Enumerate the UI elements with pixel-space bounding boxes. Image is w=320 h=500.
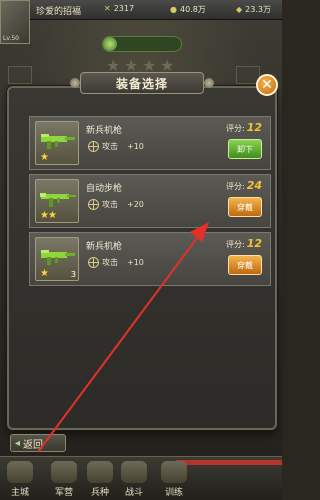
score: 评分: 12 — [225, 121, 262, 134]
dialog-title: 装备选择 — [115, 76, 168, 91]
troops-icon — [87, 461, 113, 483]
gem-icon: ◆ — [236, 5, 243, 14]
crosshair-icon — [88, 141, 99, 152]
attack-label: 攻击 — [102, 142, 118, 151]
weapon-name: 新兵机枪 — [86, 242, 123, 252]
attack-value: +10 — [127, 258, 144, 267]
crosshair-icon — [88, 199, 99, 210]
weapon-slot: ★★ — [35, 179, 79, 223]
rarity-stars: ★ — [40, 152, 49, 163]
attack-value: +20 — [127, 200, 144, 209]
attack-stat: 攻击 +20 — [88, 199, 144, 210]
equip-button[interactable]: 穿戴 — [228, 255, 262, 275]
rarity-stars: ★ — [40, 268, 49, 279]
crosshair-icon — [88, 257, 99, 268]
equipment-slot-left[interactable] — [8, 66, 32, 84]
rifle-icon — [40, 193, 76, 207]
score-value: 24 — [246, 179, 262, 192]
equipment-select-dialog: ★ 新兵机枪 攻击 +10 评分: 12 卸下 ★★ 自动步枪 攻击 +20 评… — [7, 86, 277, 430]
bolt-icon — [70, 78, 80, 88]
score: 评分: 12 — [225, 237, 262, 250]
attack-stat: 攻击 +10 — [88, 141, 144, 152]
equipment-card[interactable]: ★ 3 新兵机枪 攻击 +10 评分: 12 穿戴 — [29, 232, 271, 286]
tank-icon — [121, 461, 147, 483]
machine-gun-icon — [41, 134, 75, 149]
bolt-icon — [204, 78, 214, 88]
rank-icon — [103, 37, 117, 51]
weapon-slot: ★ — [35, 121, 79, 165]
attack-value: +10 — [127, 142, 144, 151]
close-button[interactable]: ✕ — [256, 74, 278, 96]
nav-item-barracks[interactable]: 军营 — [46, 460, 82, 498]
dialog-title-bar: 装备选择 — [80, 72, 204, 94]
crossed-swords-icon: ✕ — [104, 4, 111, 13]
player-name: 珍爱的招福 — [36, 7, 82, 17]
player-level: Lv.50 — [3, 35, 19, 42]
city-icon — [7, 461, 33, 483]
weapon-name: 新兵机枪 — [86, 126, 123, 136]
back-button[interactable]: ◂ 返回 — [10, 434, 66, 452]
barracks-icon — [51, 461, 77, 483]
nav-item-troops[interactable]: 兵种 — [82, 460, 118, 498]
weapon-slot: ★ 3 — [35, 237, 79, 281]
rarity-stars: ★★ — [40, 210, 57, 221]
attack-label: 攻击 — [102, 258, 118, 267]
machine-gun-icon — [41, 250, 75, 265]
weapon-name: 自动步枪 — [86, 184, 123, 194]
attack-label: 攻击 — [102, 200, 118, 209]
attack-stat: 攻击 +10 — [88, 257, 144, 268]
training-icon — [161, 461, 187, 483]
score: 评分: 24 — [225, 179, 262, 192]
score-value: 12 — [246, 121, 262, 134]
equipment-card[interactable]: ★★ 自动步枪 攻击 +20 评分: 24 穿戴 — [29, 174, 271, 228]
nav-item-training[interactable]: 训练 — [156, 460, 192, 498]
back-arrow-icon: ◂ — [15, 437, 21, 449]
close-icon: ✕ — [261, 77, 273, 93]
stat-power: ✕ 2317 — [104, 4, 135, 13]
nav-item-battle[interactable]: 战斗 — [116, 460, 152, 498]
score-value: 12 — [246, 237, 262, 250]
item-count: 3 — [70, 270, 76, 279]
unequip-button[interactable]: 卸下 — [228, 139, 262, 159]
coin-icon: ● — [170, 5, 177, 14]
equipment-card[interactable]: ★ 新兵机枪 攻击 +10 评分: 12 卸下 — [29, 116, 271, 170]
stat-silver: ◆ 23.3万 — [236, 5, 271, 14]
nav-item-main-city[interactable]: 主城 — [2, 460, 38, 498]
stat-gold: ● 40.8万 — [170, 5, 206, 14]
equip-button[interactable]: 穿戴 — [228, 197, 262, 217]
